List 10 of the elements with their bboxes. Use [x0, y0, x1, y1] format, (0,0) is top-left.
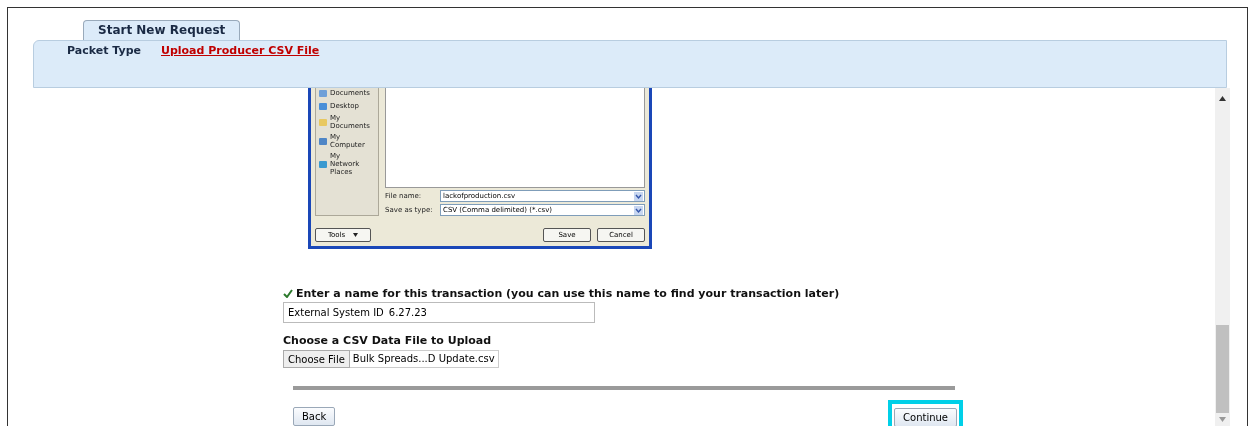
transaction-name-field[interactable]: External System ID_6.27.23 — [283, 302, 595, 323]
continue-button[interactable]: Continue — [894, 408, 957, 426]
transaction-name-label: Enter a name for this transaction (you can use this name to find your transaction later) — [296, 287, 840, 300]
packet-type-link[interactable]: Upload Producer CSV File — [161, 44, 320, 57]
back-button[interactable]: Back — [293, 407, 336, 426]
packet-type-label: Packet Type — [67, 44, 141, 57]
csv-file-label: Choose a CSV Data File to Upload — [283, 334, 492, 347]
tab[interactable]: Start New Request — [83, 20, 241, 40]
choose-file-button[interactable]: Choose File — [283, 350, 350, 368]
chosen-file-name: Bulk Spreads...D Update.csv — [349, 350, 499, 368]
